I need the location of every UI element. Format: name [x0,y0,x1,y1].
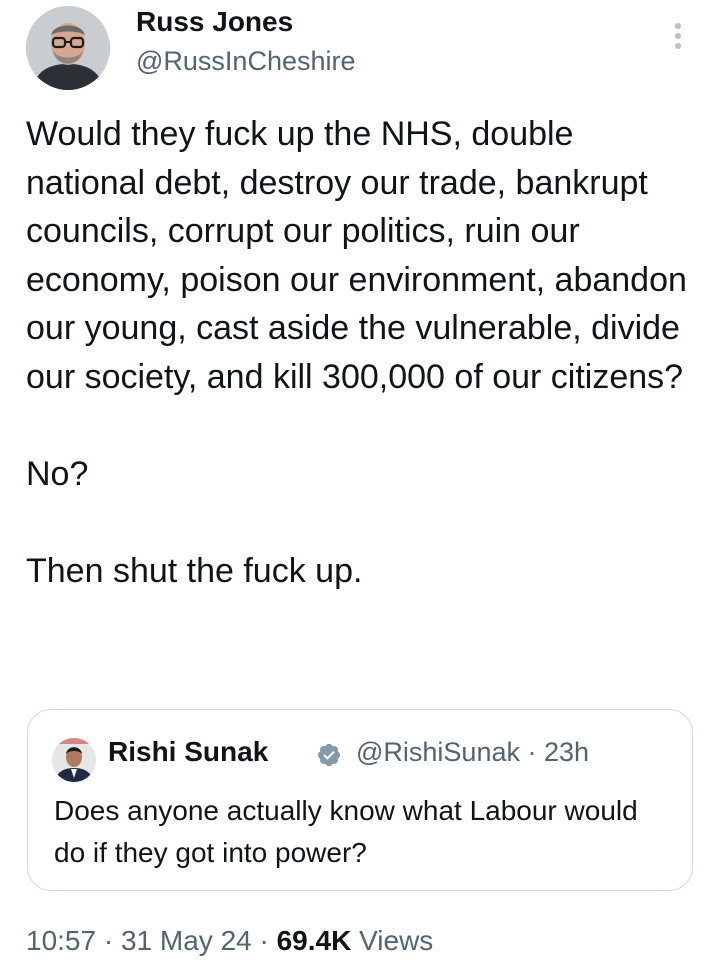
quoted-author-avatar-image [52,738,96,782]
author-avatar[interactable] [26,6,110,90]
quoted-author-handle-time[interactable]: @RishiSunak · 23h [356,734,589,770]
views-count[interactable]: 69.4K [277,925,352,956]
quoted-author-avatar[interactable] [52,738,96,782]
author-avatar-image [26,6,110,90]
tweet-time[interactable]: 10:57 [26,925,96,956]
tweet-date[interactable]: 31 May 24 [121,925,252,956]
meta-separator: · [103,925,114,956]
quoted-tweet-card[interactable]: Rishi Sunak @RishiSunak · 23h Does anyon… [27,709,693,891]
tweet-text: Would they fuck up the NHS, double natio… [26,110,696,595]
tweet-paragraph: Would they fuck up the NHS, double natio… [26,115,687,396]
author-display-name[interactable]: Russ Jones [136,4,293,40]
meta-separator: · [259,925,269,956]
tweet-paragraph: No? [26,454,89,493]
verified-badge-icon [317,743,341,767]
quoted-tweet-text: Does anyone actually know what Labour wo… [54,795,638,868]
tweet-paragraph: Then shut the fuck up. [26,551,363,590]
more-vertical-icon[interactable] [668,20,688,54]
tweet-meta: 10:57 · 31 May 24 · 69.4K Views [26,921,433,961]
views-label: Views [359,925,434,956]
quoted-author-display-name[interactable]: Rishi Sunak [108,734,268,770]
author-handle[interactable]: @RussInCheshire [136,44,356,78]
